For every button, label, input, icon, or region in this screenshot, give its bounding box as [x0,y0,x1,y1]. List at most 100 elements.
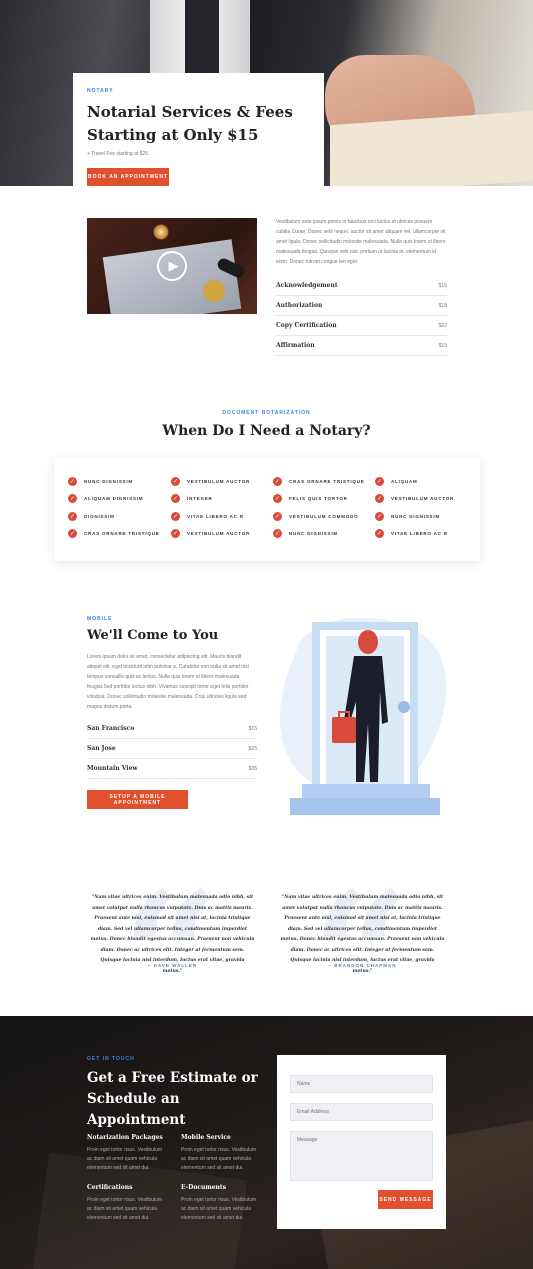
check-circle-icon: ✓ [375,477,384,486]
play-icon[interactable]: ▶ [157,251,187,281]
check-circle-icon: ✓ [68,494,77,503]
price-row: San Francisco $15 [87,719,257,739]
check-circle-icon: ✓ [171,512,180,521]
checklist-label: VESTIBULUM AUCTOR [187,531,251,536]
checklist-item: ✓ ALIQUAM DIGNISSIM [68,494,143,503]
name-input[interactable] [290,1075,433,1093]
service-price: $15 [438,282,447,289]
check-circle-icon: ✓ [68,477,77,486]
checklist-item: ✓ NUNC DIGNISSIM [375,512,440,521]
checklist-label: NUNC DIGNISSIM [391,514,440,519]
checklist-label: NUNC DIGNISSIM [289,531,338,536]
mobile-title: We'll Come to You [87,628,219,643]
checklist-label: FELIS QUIS TORTOR [289,496,348,501]
mobile-text: Lorem ipsum dolor sit amet, consectetur … [87,654,249,710]
door-illustration [279,617,446,815]
contact-background [0,1016,533,1269]
service-description: Proin eget tortor risus. Vestibulum ac d… [181,1147,257,1171]
checklist-item: ✓ CRAS ORNARE TRISTIQUE [273,477,365,486]
checklist-label: VESTIBULUM AUCTOR [391,496,455,501]
hero-subtitle: + Travel Fee starting at $25 [87,151,149,157]
price-row: Acknowledgement $15 [276,276,447,296]
send-message-button[interactable]: SEND MESSAGE [378,1190,433,1209]
hero-eyebrow: NOTARY [87,88,114,94]
checklist-item: ✓ FELIS QUIS TORTOR [273,494,348,503]
message-textarea[interactable] [290,1131,433,1181]
service-title: Notarization Packages [87,1134,163,1141]
checklist-item: ✓ NUNC DIGNISSIM [273,529,338,538]
check-circle-icon: ✓ [273,494,282,503]
mobile-appointment-button[interactable]: SETUP A MOBILE APPOINTMENT [87,790,188,809]
service-description: Proin eget tortor risus. Vestibulum ac d… [87,1197,163,1221]
check-circle-icon: ✓ [375,512,384,521]
hero-title: Notarial Services & Fees Starting at Onl… [87,103,293,144]
service-name: Affirmation [276,342,315,349]
intro-text: Vestibulum ante ipsum primis in faucibus… [276,219,446,265]
checklist-item: ✓ VITAE LIBERO AC R [171,512,244,521]
checklist-label: NUNC DIGNISSIM [84,479,133,484]
checklist-item: ✓ CRAS ORNARE TRISTIQUE [68,529,160,538]
service-title: Certifications [87,1184,133,1191]
service-price: $15 [438,342,447,349]
price-row: Copy Certification $22 [276,316,447,336]
city-name: Mountain View [87,765,138,772]
need-title: When Do I Need a Notary? [162,423,371,439]
city-price: $25 [248,745,257,752]
checklist-label: DIGNISSIM [84,514,115,519]
price-row: Authorization $18 [276,296,447,316]
checklist-label: VITAE LIBERO AC R [187,514,244,519]
checklist-item: ✓ NUNC DIGNISSIM [68,477,133,486]
testimonial-author: – BRANDON CHAPMAN [328,963,397,968]
checklist-label: CRAS ORNARE TRISTIQUE [289,479,365,484]
check-circle-icon: ✓ [273,477,282,486]
testimonial-author: – DAVE WALLER [147,963,198,968]
checklist-item: ✓ ALIQUAM [375,477,418,486]
service-title: E-Documents [181,1184,227,1191]
check-circle-icon: ✓ [171,477,180,486]
check-circle-icon: ✓ [375,494,384,503]
checklist-item: ✓ DIGNISSIM [68,512,115,521]
checklist-item: ✓ INTEGER [171,494,213,503]
check-circle-icon: ✓ [273,529,282,538]
service-name: Copy Certification [276,322,337,329]
checklist-label: VESTIBULUM AUCTOR [187,479,251,484]
service-description: Proin eget tortor risus. Vestibulum ac d… [87,1147,163,1171]
need-eyebrow: DOCUMENT NOTARIZATION [222,410,311,416]
service-name: Acknowledgement [276,282,338,289]
checklist-label: CRAS ORNARE TRISTIQUE [84,531,160,536]
check-circle-icon: ✓ [171,494,180,503]
check-circle-icon: ✓ [68,529,77,538]
city-price: $15 [248,725,257,732]
mobile-eyebrow: MOBILE [87,616,113,622]
price-row: Affirmation $15 [276,336,447,356]
city-name: San Jose [87,745,116,752]
contact-eyebrow: GET IN TOUCH [87,1056,135,1062]
service-name: Authorization [276,302,323,309]
service-price: $22 [438,322,447,329]
price-row: San Jose $25 [87,739,257,759]
checklist-card [54,458,480,561]
service-price: $18 [438,302,447,309]
check-circle-icon: ✓ [375,529,384,538]
checklist-label: ALIQUAM DIGNISSIM [84,496,144,501]
checklist-label: VESTIBULUM COMMODO [289,514,359,519]
contact-title: Get a Free Estimate or Schedule an Appoi… [87,1070,258,1128]
check-circle-icon: ✓ [171,529,180,538]
service-title: Mobile Service [181,1134,231,1141]
city-name: San Francisco [87,725,135,732]
checklist-item: ✓ VESTIBULUM AUCTOR [375,494,454,503]
checklist-item: ✓ VITAE LIBERO AC R [375,529,448,538]
service-description: Proin eget tortor risus. Vestibulum ac d… [181,1197,257,1221]
checklist-item: ✓ VESTIBULUM AUCTOR [171,529,250,538]
check-circle-icon: ✓ [273,512,282,521]
email-input[interactable] [290,1103,433,1121]
checklist-label: INTEGER [187,496,213,501]
price-row: Mountain View $35 [87,759,257,779]
book-appointment-button[interactable]: BOOK AN APPOINTMENT [87,168,169,186]
checklist-label: ALIQUAM [391,479,418,484]
checklist-label: VITAE LIBERO AC R [391,531,448,536]
checklist-item: ✓ VESTIBULUM COMMODO [273,512,358,521]
checklist-item: ✓ VESTIBULUM AUCTOR [171,477,250,486]
check-circle-icon: ✓ [68,512,77,521]
city-price: $35 [248,765,257,772]
